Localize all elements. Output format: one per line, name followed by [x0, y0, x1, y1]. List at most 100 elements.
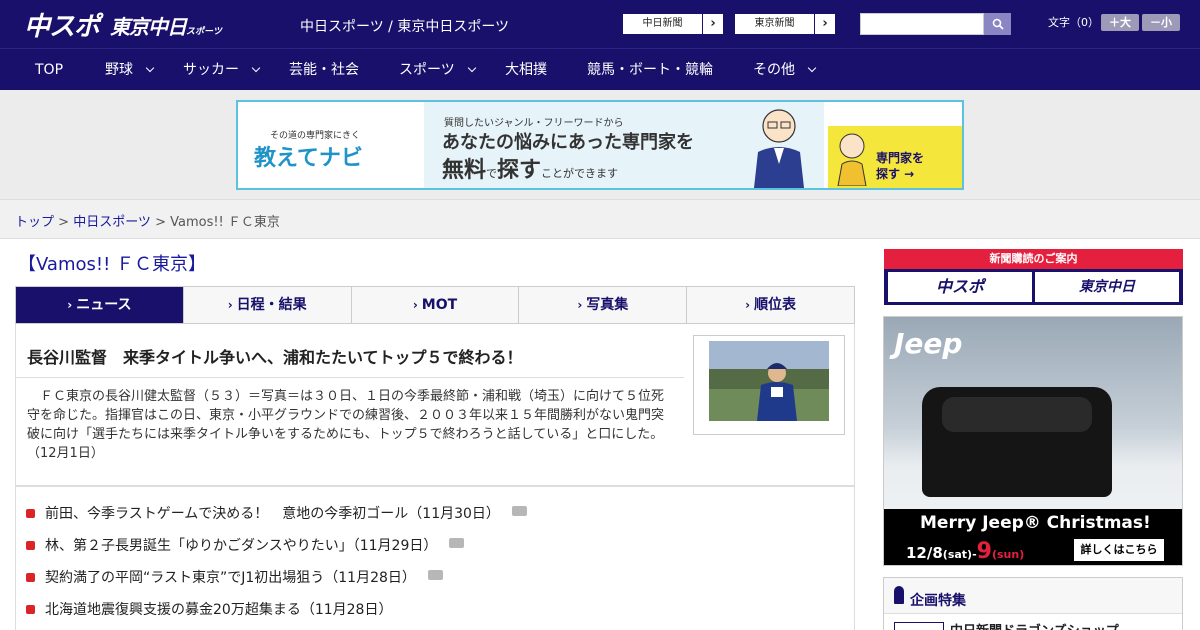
tab-standings[interactable]: › 順位表	[687, 287, 854, 323]
banner-brand-area: その道の専門家にきく 教えてナビ	[238, 102, 424, 188]
jeep-ad-footer: Merry Jeep® Christmas! 12/8(sat)-9(sun) …	[884, 509, 1182, 565]
feature-thumbnail	[894, 622, 944, 630]
bullet-icon	[26, 605, 35, 614]
nav-entertainment[interactable]: 芸能・社会	[289, 49, 359, 91]
chevron-right-icon: ›	[412, 298, 418, 312]
banner-line1: 質問したいジャンル・フリーワードから	[444, 118, 624, 129]
news-list: 前田、今季ラストゲームで決める！ 意地の今季初ゴール（11月30日） 林、第２子…	[15, 486, 855, 630]
nav-label: サッカー	[183, 62, 239, 78]
nav-racing[interactable]: 競馬・ボート・競輪	[587, 49, 713, 91]
nav-top[interactable]: TOP	[35, 49, 63, 91]
banner-cta-area[interactable]: 専門家を 探す →	[828, 126, 962, 188]
page-title: 【Vamos!! ＦＣ東京】	[18, 254, 207, 275]
banner-line3: 無料で探すことができます	[442, 158, 619, 183]
breadcrumb-top-link[interactable]: トップ	[15, 215, 54, 230]
nav-sports[interactable]: スポーツ	[399, 49, 476, 91]
jeep-ad[interactable]: Jeep Merry Jeep® Christmas! 12/8(sat)-9(…	[883, 316, 1183, 566]
chevron-right-icon: ›	[710, 16, 716, 31]
coach-figure	[757, 363, 797, 421]
tab-photos[interactable]: › 写真集	[519, 287, 688, 323]
list-item[interactable]: 契約満了の平岡“ラスト東京”でJ1初出場狙う（11月28日）	[26, 567, 443, 586]
car-image	[922, 387, 1112, 497]
jeep-logo: Jeep	[894, 327, 963, 360]
ribbon-icon	[894, 586, 904, 604]
list-item[interactable]: 前田、今季ラストゲームで決める！ 意地の今季初ゴール（11月30日）	[26, 503, 527, 522]
expert-illustration	[754, 109, 804, 188]
chevron-right-icon: ›	[67, 298, 73, 312]
nav-label: 競馬・ボート・競輪	[587, 62, 713, 78]
feature-item[interactable]: 中日新聞ドラゴンズショップ	[884, 613, 1182, 630]
search-icon	[992, 18, 1004, 30]
nav-label: 大相撲	[505, 62, 547, 78]
breadcrumb-current: Vamos!! ＦＣ東京	[170, 215, 280, 230]
section-tabs: › ニュース › 日程・結果 › MOT › 写真集 › 順位表	[15, 286, 855, 324]
font-smaller-button[interactable]: －小	[1142, 14, 1180, 31]
chunichi-shimbun-link[interactable]: 中日新聞 ›	[622, 13, 724, 35]
nav-label: 野球	[105, 62, 133, 78]
breadcrumb-section-link[interactable]: 中日スポーツ	[73, 215, 151, 230]
camera-icon	[449, 538, 465, 548]
chevron-down-icon	[807, 63, 817, 73]
breadcrumb: トップ > 中日スポーツ > Vamos!! ＦＣ東京	[0, 200, 1200, 239]
chevron-right-icon: ›	[745, 298, 751, 312]
jeep-details-button[interactable]: 詳しくはこちら	[1074, 539, 1164, 561]
font-size-label: 文字（0）	[1048, 16, 1099, 29]
feature-title: 企画特集	[910, 593, 966, 609]
feature-item-label: 中日新聞ドラゴンズショップ	[950, 620, 1119, 630]
article-headline[interactable]: 長谷川監督 来季タイトル争いへ、浦和たたいてトップ５で終わる！	[27, 344, 523, 368]
jeep-headline: Merry Jeep® Christmas!	[920, 513, 1151, 533]
subscribe-chuspo-button[interactable]: 中スポ	[888, 272, 1032, 302]
oshiete-navi-banner[interactable]: その道の専門家にきく 教えてナビ 質問したいジャンル・フリーワードから あなたの…	[236, 100, 964, 190]
tokyo-shimbun-link[interactable]: 東京新聞 ›	[734, 13, 836, 35]
tokyo-chunichi-logo[interactable]: 東京中日スポーツ	[110, 11, 222, 40]
feature-box: 企画特集 中日新聞ドラゴンズショップ	[883, 577, 1183, 630]
tab-schedule[interactable]: › 日程・結果	[183, 287, 352, 323]
chuspo-logo[interactable]: 中スポ	[24, 6, 100, 43]
chevron-right-icon: ›	[577, 298, 583, 312]
tab-news[interactable]: › ニュース	[16, 287, 184, 323]
camera-icon	[427, 570, 443, 580]
nav-label: その他	[753, 62, 795, 78]
bullet-icon	[26, 509, 35, 518]
chevron-down-icon	[251, 63, 261, 73]
divider	[16, 377, 684, 378]
nav-label: スポーツ	[399, 62, 455, 78]
bullet-icon	[26, 541, 35, 550]
searcher-illustration	[837, 133, 867, 186]
camera-icon	[511, 506, 527, 516]
search-button[interactable]	[984, 13, 1011, 35]
list-item[interactable]: 林、第２子長男誕生「ゆりかごダンスやりたい」（11月29日）	[26, 535, 465, 554]
link-label: 東京新聞	[735, 14, 815, 34]
tab-mot[interactable]: › MOT	[351, 287, 520, 323]
article-photo[interactable]	[693, 335, 845, 435]
chevron-right-icon: ›	[822, 16, 828, 31]
chevron-down-icon	[145, 63, 155, 73]
main-nav: TOP 野球 サッカー 芸能・社会 スポーツ 大相撲 競馬・ボート・競輪 その他	[0, 48, 1200, 90]
nav-label: TOP	[35, 62, 64, 78]
nav-soccer[interactable]: サッカー	[183, 49, 261, 91]
site-title: 中日スポーツ / 東京中日スポーツ	[300, 19, 510, 35]
breadcrumb-trail: トップ > 中日スポーツ > Vamos!! ＦＣ東京	[15, 215, 280, 230]
nav-sumo[interactable]: 大相撲	[505, 49, 547, 91]
search-input[interactable]	[860, 13, 984, 35]
subscription-box: 新聞購読のご案内 中スポ 東京中日	[884, 249, 1183, 305]
article-body: ＦＣ東京の長谷川健太監督（５３）＝写真＝は３０日、１日の今季最終節・浦和戦（埼玉…	[27, 389, 665, 461]
font-larger-button[interactable]: ＋大	[1101, 14, 1139, 31]
link-label: 中日新聞	[623, 14, 703, 34]
ad-band: その道の専門家にきく 教えてナビ 質問したいジャンル・フリーワードから あなたの…	[0, 90, 1200, 200]
chevron-down-icon	[467, 63, 476, 73]
jeep-dates: 12/8(sat)-9(sun)	[906, 539, 1025, 564]
list-item[interactable]: 北海道地震復興支援の募金20万超集まる（11月28日）	[26, 599, 392, 618]
coach-photo	[709, 341, 829, 421]
banner-brand: 教えてナビ	[254, 146, 363, 171]
top-header: 中スポ 東京中日スポーツ 中日スポーツ / 東京中日スポーツ 中日新聞 › 東京…	[0, 0, 1200, 48]
banner-line2: あなたの悩みにあった専門家を	[442, 132, 694, 153]
subscribe-tokyo-button[interactable]: 東京中日	[1035, 272, 1179, 302]
nav-baseball[interactable]: 野球	[105, 49, 155, 91]
nav-label: 芸能・社会	[289, 62, 359, 78]
banner-cta: 専門家を 探す →	[876, 151, 925, 181]
nav-other[interactable]: その他	[753, 49, 817, 91]
chevron-right-icon: ›	[227, 298, 233, 312]
subscription-heading: 新聞購読のご案内	[884, 249, 1183, 269]
top-article: 長谷川監督 来季タイトル争いへ、浦和たたいてトップ５で終わる！ ＦＣ東京の長谷川…	[15, 324, 855, 486]
